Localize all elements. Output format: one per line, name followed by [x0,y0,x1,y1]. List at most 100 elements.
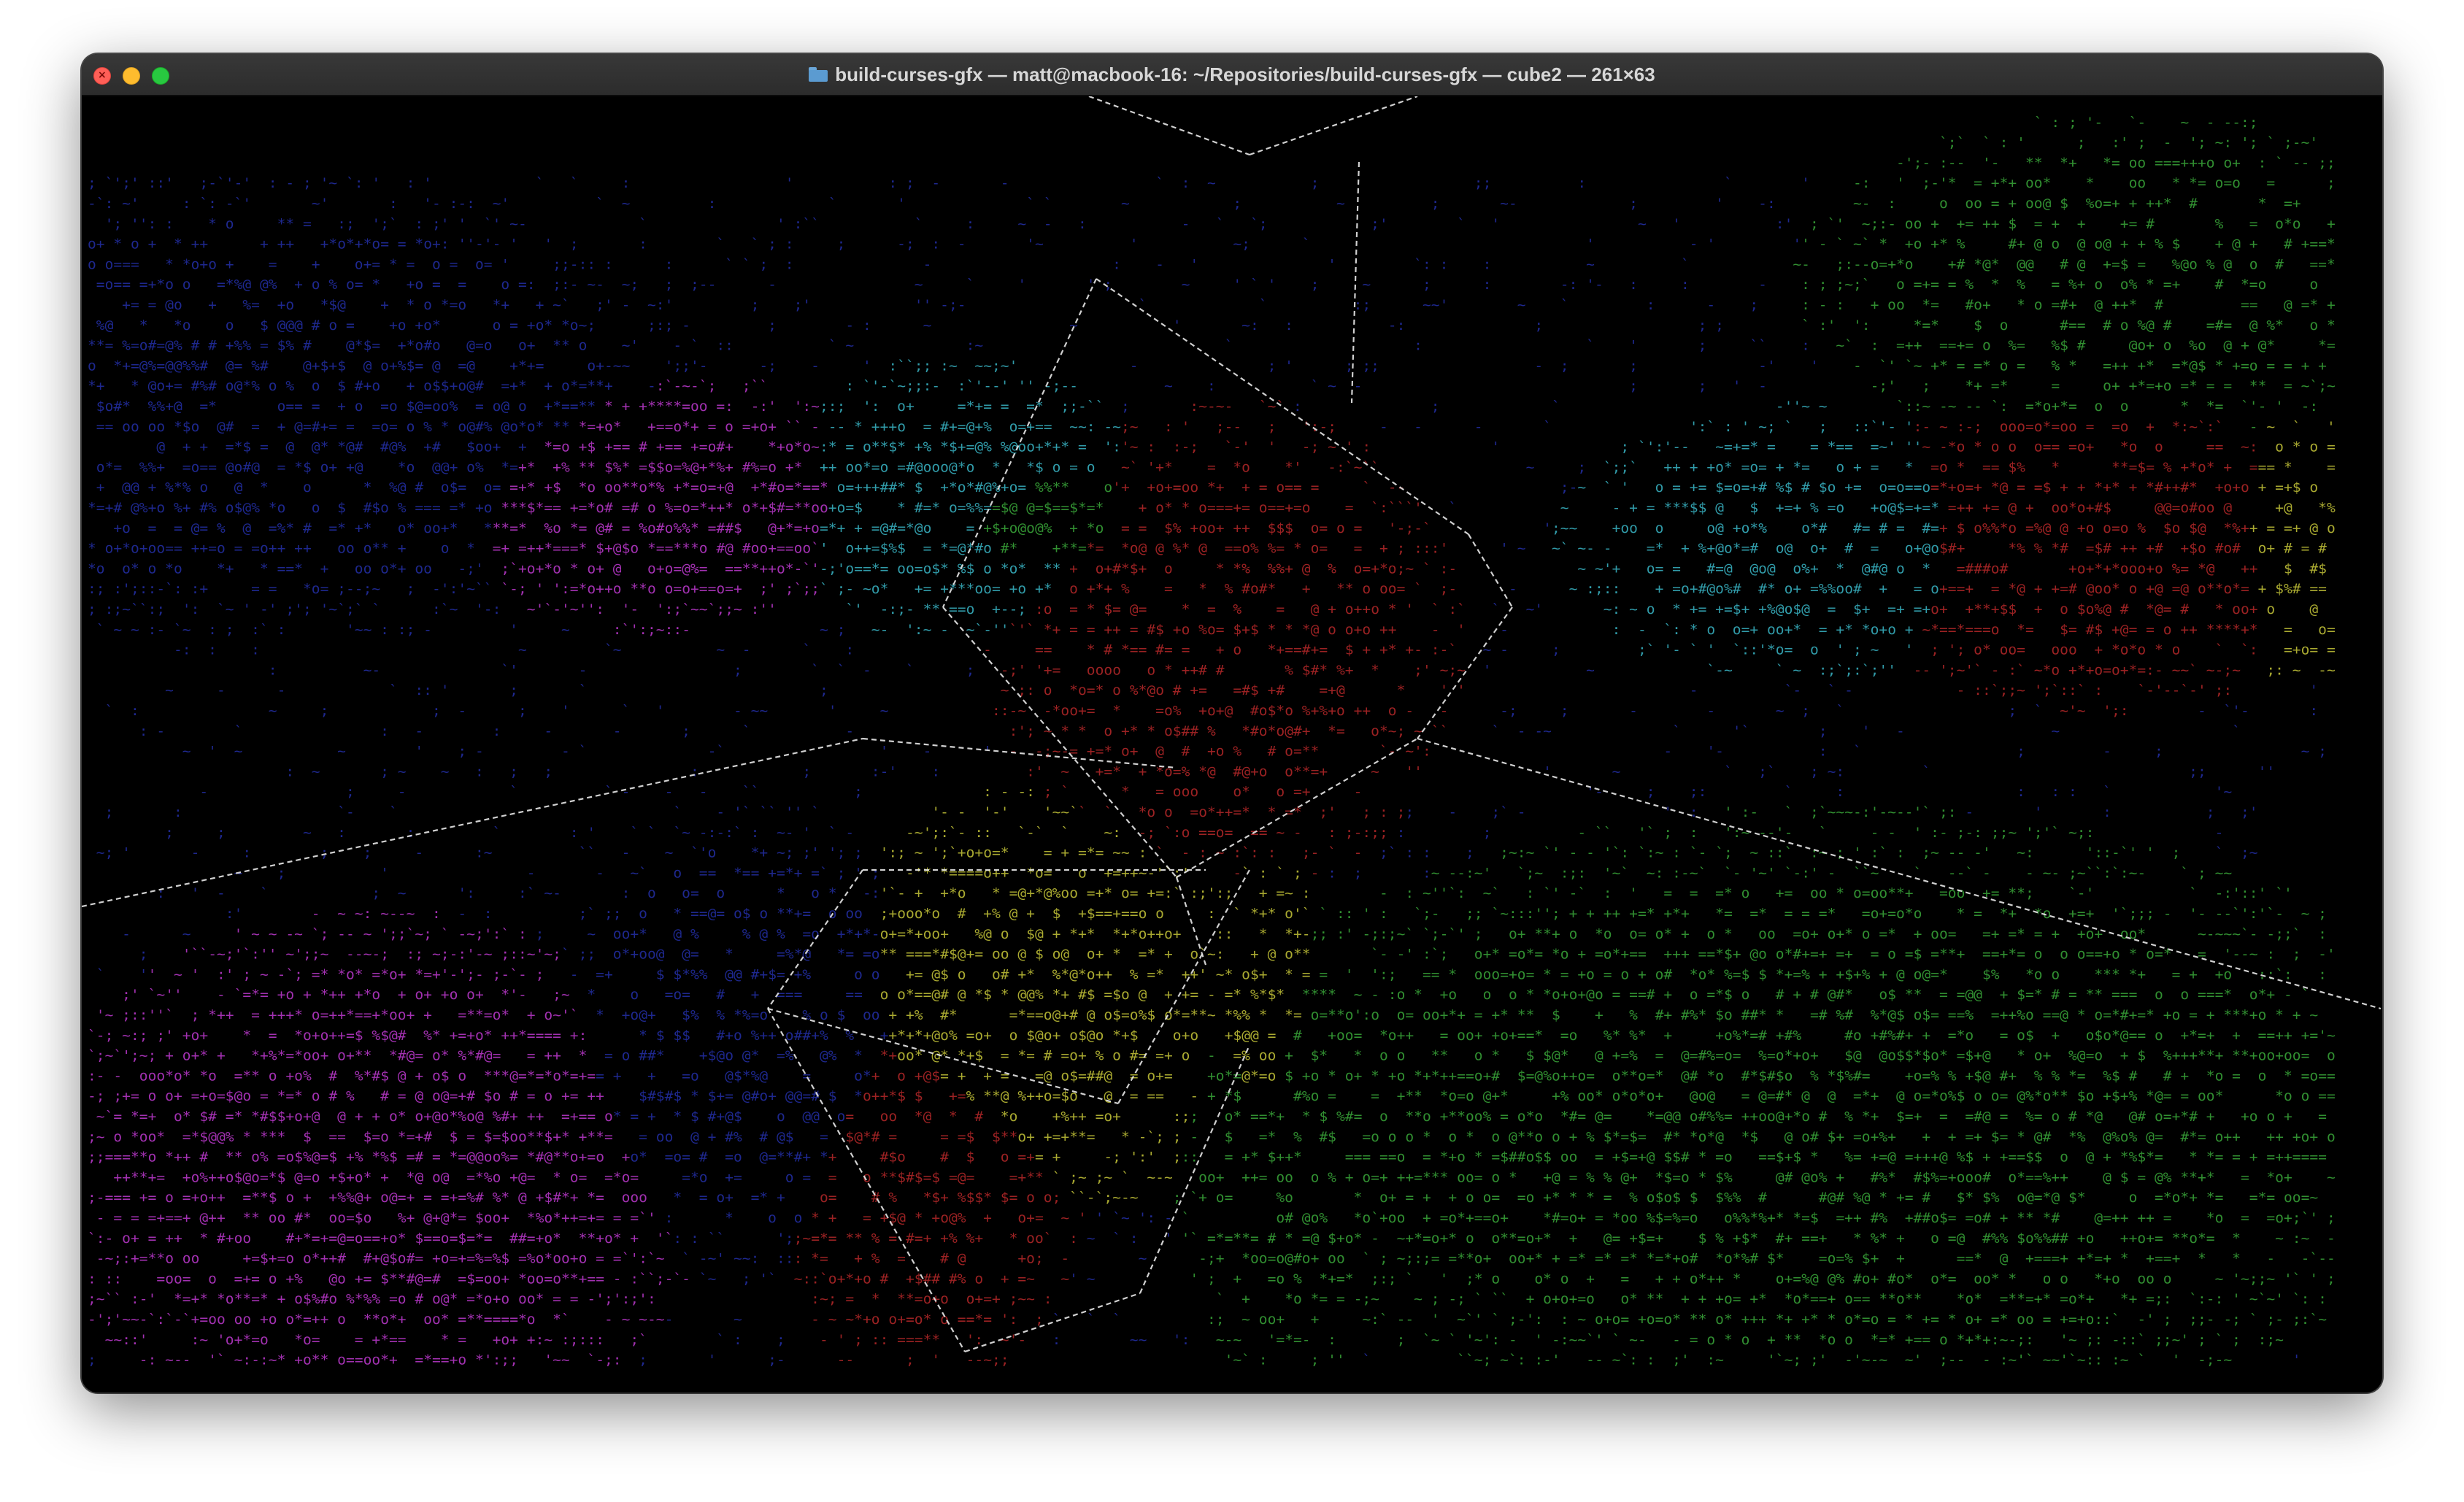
ascii-row-segment: ~~ [751,703,769,719]
ascii-row-segment: * [1259,1007,1268,1023]
ascii-row-segment: @o@ [1690,1088,1715,1104]
ascii-row-segment: = [897,1251,906,1267]
ascii-row-segment: ~ [1577,1312,1586,1328]
ascii-row-segment: % [1207,723,1216,739]
ascii-row-segment: ;~ [1121,419,1139,435]
ascii-row-segment: o*++# [303,1251,347,1267]
ascii-row-segment: o=o [2103,520,2128,536]
ascii-row-segment: ++ [2241,561,2258,577]
ascii-row-segment: *%$ [371,1149,397,1166]
ascii-row-segment: $@ [1026,926,1044,942]
ascii-row-segment: =@= [949,1169,974,1185]
ascii-row-segment: -`-- [2301,1251,2336,1267]
ascii-row-segment: ==* [277,561,303,577]
ascii-row-segment: o [1810,642,1819,658]
ascii-row-segment: +@ [2146,581,2163,597]
terminal-window[interactable]: × build-curses-gfx — matt@macbook-16: ~/… [82,54,2382,1393]
ascii-row-segment: = [2327,642,2336,658]
ascii-row-segment: o+ [122,1231,139,1247]
ascii-row-segment: ~`: [1612,1352,1638,1368]
ascii-row-segment: =%%oo# [1810,581,1862,597]
ascii-row-segment: %$ [2051,338,2068,354]
ascii-row-segment: : [2051,784,2060,800]
ascii-row-segment: o*#+=+ [1776,947,1828,963]
ascii-row-segment: : [751,825,760,841]
ascii-row-segment: + [2103,1149,2111,1166]
ascii-row-segment: +* [518,459,536,475]
ascii-row-segment: ++ [544,1048,561,1064]
ascii-row-segment: ~- [509,216,527,232]
ascii-row-segment: ;:; [1371,1271,1396,1287]
ascii-row-segment: o [269,378,277,394]
ascii-row-segment: *= [2206,398,2224,415]
ascii-row-segment: o [423,297,432,313]
ascii-row-segment: o [2155,1028,2163,1044]
ascii-row-segment: += [1776,885,1793,901]
ascii-row-segment: : [1207,378,1216,394]
ascii-row-segment: ~ [1182,277,1190,293]
ascii-row-segment: # [199,1149,208,1166]
ascii-row-segment: + [2327,216,2336,232]
ascii-row-segment: - [2025,865,2034,881]
ascii-row-segment: ~: [2215,135,2233,151]
ascii-row-segment: === [2111,987,2137,1003]
ascii-row-segment: %o [544,520,561,536]
ascii-row-segment: @%o% [2103,1129,2138,1145]
ascii-row-segment: : [1078,216,1087,232]
ascii-row-segment: *oo [1612,1210,1638,1226]
ascii-row-segment: += [1690,480,1707,496]
ascii-row-segment: * [570,561,579,577]
ascii-row-segment: ' [1853,845,1862,861]
ascii-row-segment: **o** [1879,1291,1922,1307]
ascii-row-segment: -` [1569,885,1587,901]
ascii-row-segment: =+* [1087,885,1112,901]
ascii-row-segment: # [2189,196,2198,212]
ascii-row-segment: -''~ [1776,398,1810,415]
ascii-row-segment: %o= [1198,622,1224,638]
ascii-row-segment: *o`+oo [1354,1210,1406,1226]
ascii-row-segment: +* [785,459,803,475]
ascii-row-segment: * [1474,1149,1483,1166]
ascii-row-segment: '~ [96,1007,114,1023]
ascii-row-segment: * [820,1149,828,1166]
ascii-row-segment: % [1285,662,1293,678]
ascii-row-segment: * [1328,1068,1336,1084]
ascii-row-segment: =*+ [1853,1088,1879,1104]
ascii-row-segment: + [2327,297,2336,313]
ascii-row-segment: ++ [2120,541,2138,557]
ascii-row-segment: `+ [1190,1190,1207,1206]
ascii-row-segment: = [1069,459,1078,475]
ascii-row-segment: $ [656,1028,665,1044]
ascii-row-segment: ~: [1828,763,1845,779]
ascii-row-segment: + [2258,581,2267,597]
ascii-row-segment: ~- [1793,256,1810,272]
ascii-row-segment: ' [1285,358,1293,374]
ascii-row-segment: * [242,1129,251,1145]
ascii-row-segment: @ [2103,1169,2111,1185]
ascii-row-segment: ~ [1629,601,1638,617]
ascii-row-segment: = [2232,1149,2241,1166]
ascii-row-segment: ~ [1001,682,1009,698]
ascii-row-segment: ; [2292,947,2301,963]
ascii-row-segment: ': [1173,1332,1190,1348]
ascii-row-segment: *#@**o+=o [527,1149,604,1166]
ascii-row-segment: ; [1397,541,1406,557]
ascii-row-segment: == [2318,1088,2336,1104]
title-bar[interactable]: × build-curses-gfx — matt@macbook-16: ~/… [82,54,2382,96]
ascii-row-segment: '; [828,845,846,861]
ascii-row-segment: $@ [2189,520,2206,536]
ascii-row-segment: ' [1457,682,1466,698]
ascii-row-segment: - [1638,622,1647,638]
ascii-row-segment: * [587,987,596,1003]
ascii-row-segment: # [2180,601,2189,617]
ascii-row-segment: ; [1431,398,1440,415]
ascii-row-segment: ; [1173,1149,1182,1166]
ascii-row-segment: ' [380,865,389,881]
ascii-row-segment: *+ [880,1048,898,1064]
ascii-row-segment: = [1595,1149,1603,1166]
ascii-row-segment: ' [423,175,432,191]
terminal-content[interactable]: `:; '- `- ~ - --:; `;` `: ';:'; - '; ~: '; ` ;-~' -';-:… [82,96,2382,1393]
ascii-row-segment: = [1690,1332,1698,1348]
ascii-row-segment: =+ [596,966,613,982]
ascii-row-segment: $ [2120,1169,2129,1185]
